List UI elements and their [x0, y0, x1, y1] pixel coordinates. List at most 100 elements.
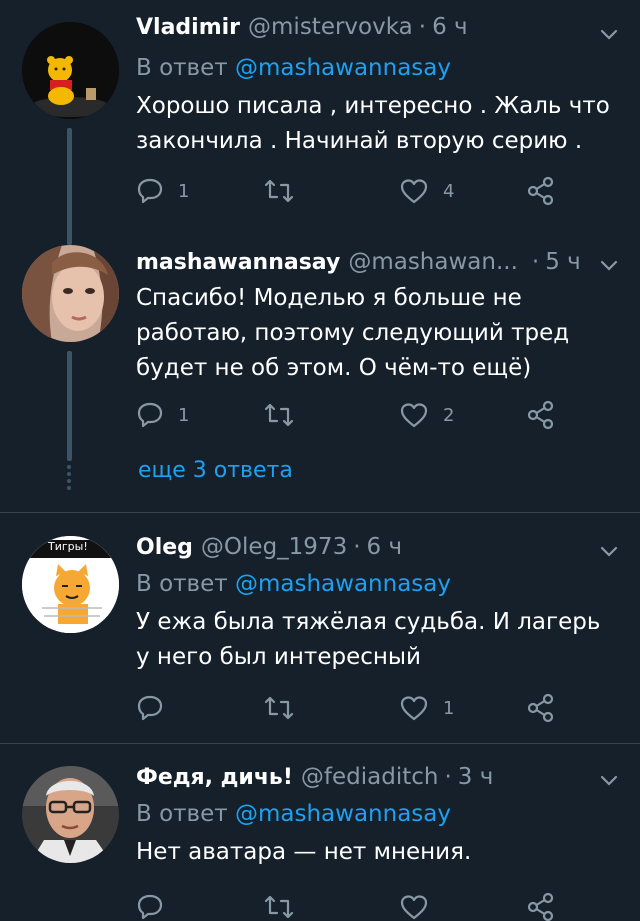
reply-count: 1	[178, 180, 190, 202]
reply-icon	[137, 894, 163, 920]
retweet-button[interactable]	[264, 691, 308, 725]
separator-dot: ·	[353, 534, 361, 560]
heart-icon	[400, 696, 428, 721]
retweet-icon	[264, 895, 294, 919]
reply-count: 1	[178, 404, 190, 426]
tweet-fediaditch[interactable]: Федя, дичь! @fediaditch · 3 ч В ответ @m…	[0, 744, 640, 921]
author-name[interactable]: Vladimir	[136, 15, 240, 40]
share-icon	[527, 892, 554, 921]
tweet-mashawannasay[interactable]: mashawannasay @mashawan... · 5 ч Спасибо…	[0, 245, 640, 510]
tweet-text-line: Нет аватара — нет мнения.	[136, 839, 472, 865]
reply-button[interactable]	[136, 691, 178, 725]
share-icon	[527, 176, 554, 206]
reply-mention-link[interactable]: @mashawannasay	[235, 571, 451, 597]
winnie-the-pooh-avatar	[22, 22, 119, 119]
woman-photo-avatar	[22, 245, 119, 342]
tweet-text: Нет аватара — нет мнения.	[136, 835, 626, 870]
tweet-menu-button[interactable]	[598, 541, 620, 563]
like-button[interactable]: 1	[399, 691, 454, 725]
tweet-actions	[136, 890, 576, 921]
like-button[interactable]: 4	[399, 174, 454, 208]
reply-icon	[137, 402, 163, 428]
retweet-icon	[264, 403, 294, 427]
author-name[interactable]: Федя, дичь!	[136, 765, 293, 790]
reply-button[interactable]: 1	[136, 398, 189, 432]
tweet-vladimir[interactable]: Vladimir @mistervovka · 6 ч В ответ @mas…	[0, 0, 640, 245]
author-handle[interactable]: @fediaditch	[301, 764, 439, 790]
author-name[interactable]: Oleg	[136, 535, 193, 560]
retweet-icon	[264, 696, 294, 720]
avatar-mashawannasay[interactable]	[22, 245, 119, 342]
tweet-text: У ежа была тяжёлая судьба. И лагерь у не…	[136, 605, 626, 675]
chevron-down-icon	[600, 29, 618, 40]
thread-connector	[67, 351, 72, 461]
share-icon	[527, 400, 554, 430]
timestamp[interactable]: 6 ч	[432, 14, 468, 40]
reply-mention-link[interactable]: @mashawannasay	[235, 55, 451, 81]
tweet-text-line: будет не об этом. О чём-то ещё)	[136, 355, 532, 381]
separator-dot: ·	[444, 764, 452, 790]
tweet-oleg[interactable]: Тигры! Oleg @Oleg_1973 · 6 ч В ответ @ma…	[0, 513, 640, 743]
tweet-text-line: Спасибо! Моделью я больше не	[136, 285, 522, 311]
tweet-actions: 1 2	[136, 398, 576, 432]
show-more-replies-link[interactable]: еще 3 ответа	[138, 458, 293, 483]
tweet-menu-button[interactable]	[598, 255, 620, 277]
share-button[interactable]	[526, 174, 556, 208]
tweet-text-line: закончила . Начинай вторую серию .	[136, 128, 583, 154]
reply-context: В ответ @mashawannasay	[136, 55, 451, 81]
tweet-actions: 1 4	[136, 174, 576, 208]
author-handle[interactable]: @Oleg_1973	[201, 534, 347, 560]
reply-prefix: В ответ	[136, 571, 228, 597]
heart-icon	[400, 179, 428, 204]
reply-icon	[137, 695, 163, 721]
tweet-menu-button[interactable]	[598, 24, 620, 46]
chevron-down-icon	[600, 260, 618, 271]
timestamp[interactable]: 5 ч	[545, 249, 581, 275]
avatar-vladimir[interactable]	[22, 22, 119, 119]
like-button[interactable]: 2	[399, 398, 454, 432]
avatar-oleg[interactable]: Тигры!	[22, 536, 119, 633]
retweet-button[interactable]	[264, 398, 308, 432]
tweet-header: Федя, дичь! @fediaditch · 3 ч	[136, 764, 493, 794]
author-handle[interactable]: @mistervovka	[248, 14, 413, 40]
tweet-text-line: Хорошо писала , интересно . Жаль что	[136, 93, 610, 119]
heart-icon	[400, 403, 428, 428]
chevron-down-icon	[600, 546, 618, 557]
tweet-header: Oleg @Oleg_1973 · 6 ч	[136, 534, 402, 564]
like-count: 4	[443, 180, 455, 202]
retweet-icon	[264, 179, 294, 203]
reply-prefix: В ответ	[136, 55, 228, 81]
separator-dot: ·	[531, 249, 540, 275]
heart-icon	[400, 895, 428, 920]
tweet-header: Vladimir @mistervovka · 6 ч	[136, 14, 468, 44]
reply-mention-link[interactable]: @mashawannasay	[235, 801, 451, 827]
tweet-text-line: у него был интересный	[136, 644, 422, 670]
thread-continuation-dots	[67, 465, 72, 493]
reply-button[interactable]: 1	[136, 174, 189, 208]
retweet-button[interactable]	[264, 174, 308, 208]
author-handle[interactable]: @mashawan...	[348, 249, 518, 275]
author-name[interactable]: mashawannasay	[136, 250, 340, 275]
chevron-down-icon	[600, 775, 618, 786]
thread-connector	[67, 128, 72, 245]
reply-context: В ответ @mashawannasay	[136, 571, 451, 597]
retweet-button[interactable]	[264, 890, 308, 921]
like-count: 2	[443, 404, 455, 426]
like-count: 1	[443, 697, 455, 719]
tweet-text-line: У ежа была тяжёлая судьба. И лагерь	[136, 609, 601, 635]
share-button[interactable]	[526, 691, 556, 725]
timestamp[interactable]: 3 ч	[458, 764, 494, 790]
separator-dot: ·	[418, 14, 427, 40]
share-button[interactable]	[526, 890, 556, 921]
avatar-caption: Тигры!	[48, 540, 88, 553]
avatar-fediaditch[interactable]	[22, 766, 119, 863]
reply-button[interactable]	[136, 890, 178, 921]
share-button[interactable]	[526, 398, 556, 432]
like-button[interactable]	[399, 890, 443, 921]
tweet-text: Спасибо! Моделью я больше не работаю, по…	[136, 281, 626, 386]
man-with-glasses-avatar	[22, 766, 119, 863]
tweet-text: Хорошо писала , интересно . Жаль что зак…	[136, 89, 626, 159]
tweet-menu-button[interactable]	[598, 770, 620, 792]
timestamp[interactable]: 6 ч	[367, 534, 403, 560]
tweet-actions: 1	[136, 691, 576, 725]
